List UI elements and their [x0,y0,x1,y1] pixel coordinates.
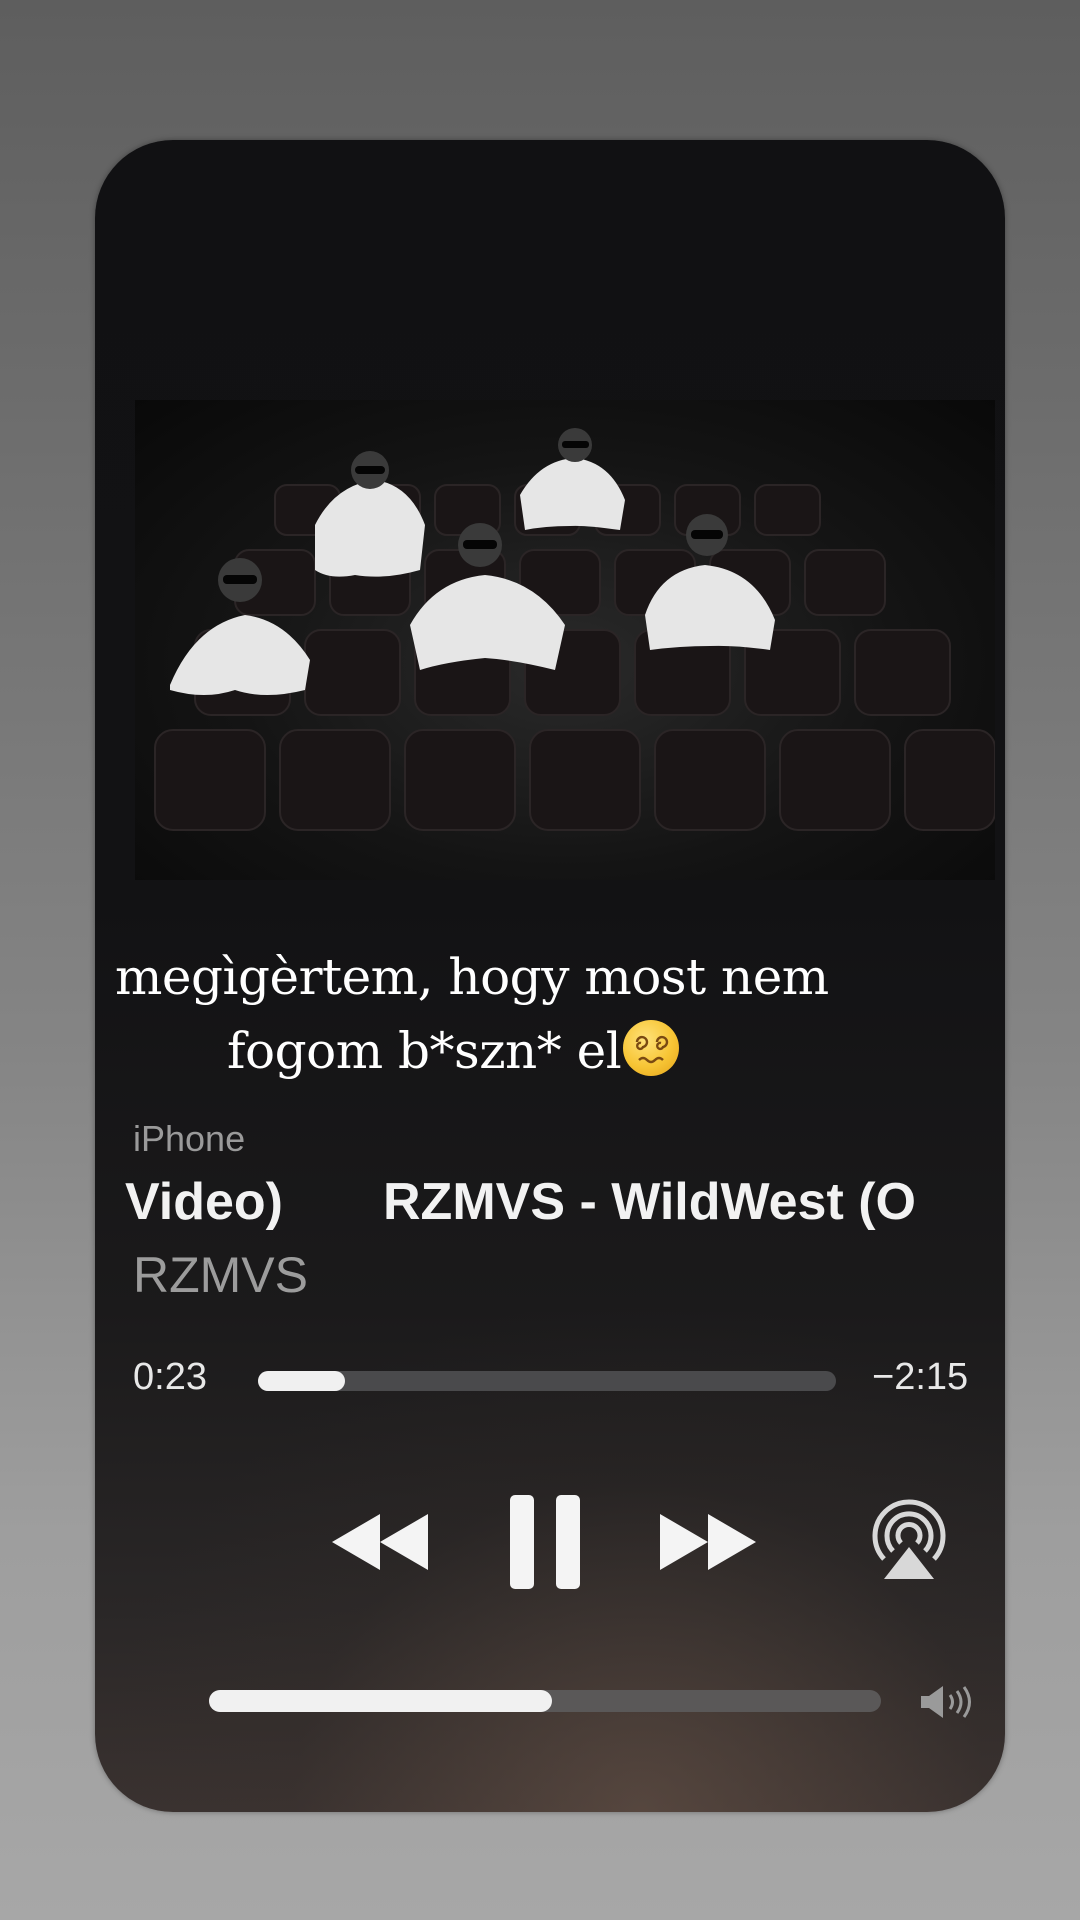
track-title-start: RZMVS - WildWest (O [383,1173,916,1231]
dizzy-face-emoji-icon [623,1020,680,1076]
volume-fill [209,1690,552,1712]
speaker-high-icon [921,1686,971,1718]
elapsed-time: 0:23 [133,1356,207,1398]
track-title: Video) RZMVS - WildWest (O [125,1172,995,1234]
album-artwork-image [154,428,995,831]
album-artwork [135,400,995,880]
progress-fill [258,1371,345,1391]
volume-high-indicator [917,1682,981,1722]
pause-button[interactable] [505,1490,585,1594]
output-device-label: iPhone [133,1118,246,1159]
airplay-icon [872,1499,946,1579]
rewind-button[interactable] [325,1502,435,1582]
progress-scrubber[interactable] [258,1371,836,1391]
volume-slider[interactable] [209,1690,881,1712]
fast-forward-button[interactable] [653,1502,763,1582]
caption-line-2: fogom b*szn* el [227,1014,680,1088]
rewind-icon [332,1514,428,1570]
track-title-scrolled-part: Video) [125,1173,283,1231]
remaining-time: −2:15 [872,1356,969,1398]
airplay-button[interactable] [863,1496,955,1588]
track-artist: RZMVS [133,1247,308,1303]
fast-forward-icon [660,1514,756,1570]
caption-line-1: megìgèrtem, hogy most nem [115,948,829,1006]
pause-icon [510,1495,580,1589]
caption-line-2-text: fogom b*szn* el [227,1022,622,1080]
